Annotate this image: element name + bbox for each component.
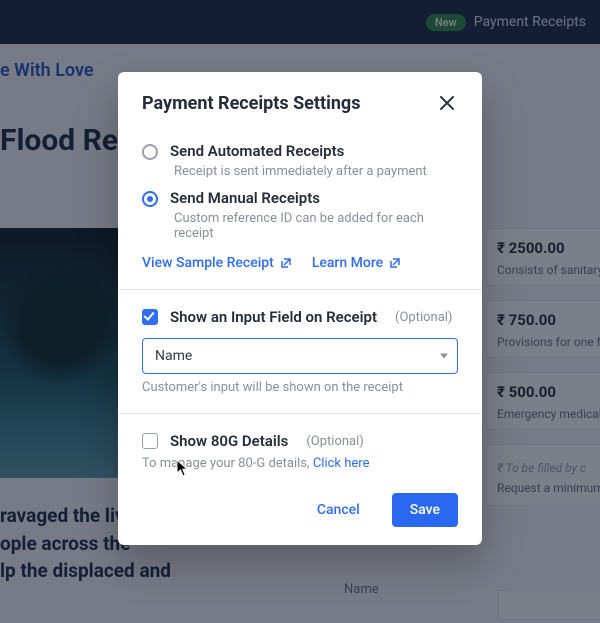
input-field-type-select[interactable]: Name: [142, 338, 458, 374]
link-label: Learn More: [312, 255, 383, 271]
checkbox-icon: [142, 309, 158, 325]
checkbox-label: Show 80G Details: [170, 432, 288, 450]
learn-more-link[interactable]: Learn More: [312, 255, 401, 271]
radio-label: Send Automated Receipts: [170, 142, 344, 160]
radio-subtext: Custom reference ID can be added for eac…: [174, 211, 458, 241]
radio-icon: [142, 191, 158, 207]
external-link-icon: [389, 257, 401, 269]
show-80g-checkbox[interactable]: Show 80G Details (Optional): [142, 432, 458, 450]
optional-tag: (Optional): [306, 434, 363, 449]
show-input-field-checkbox[interactable]: Show an Input Field on Receipt (Optional…: [142, 308, 458, 326]
link-label: View Sample Receipt: [142, 255, 274, 271]
manage-80g-link[interactable]: Click here: [313, 456, 370, 471]
eighty-g-section: Show 80G Details (Optional) To manage yo…: [118, 414, 482, 489]
optional-tag: (Optional): [395, 310, 452, 325]
chevron-down-icon: [440, 354, 448, 359]
modal-footer: Cancel Save: [118, 489, 482, 527]
radio-manual-receipts[interactable]: Send Manual Receipts: [142, 189, 458, 207]
modal-title: Payment Receipts Settings: [142, 93, 360, 114]
radio-label: Send Manual Receipts: [170, 189, 320, 207]
save-button[interactable]: Save: [392, 493, 458, 527]
cancel-button[interactable]: Cancel: [299, 493, 378, 527]
input-field-help: Customer's input will be shown on the re…: [142, 380, 458, 395]
radio-automated-receipts[interactable]: Send Automated Receipts: [142, 142, 458, 160]
close-icon[interactable]: [436, 92, 458, 114]
checkbox-label: Show an Input Field on Receipt: [170, 308, 377, 326]
radio-subtext: Receipt is sent immediately after a paym…: [174, 164, 458, 179]
modal-links: View Sample Receipt Learn More: [142, 251, 458, 271]
help-text: To manage your 80-G details,: [142, 456, 313, 471]
eighty-g-help: To manage your 80-G details, Click here: [142, 456, 458, 471]
view-sample-receipt-link[interactable]: View Sample Receipt: [142, 255, 292, 271]
checkbox-icon: [142, 433, 158, 449]
modal-header: Payment Receipts Settings: [118, 72, 482, 130]
radio-icon: [142, 144, 158, 160]
receipt-mode-section: Send Automated Receipts Receipt is sent …: [118, 130, 482, 289]
select-value: Name: [155, 348, 192, 364]
input-field-section: Show an Input Field on Receipt (Optional…: [118, 290, 482, 413]
external-link-icon: [280, 257, 292, 269]
payment-receipts-settings-modal: Payment Receipts Settings Send Automated…: [118, 72, 482, 545]
